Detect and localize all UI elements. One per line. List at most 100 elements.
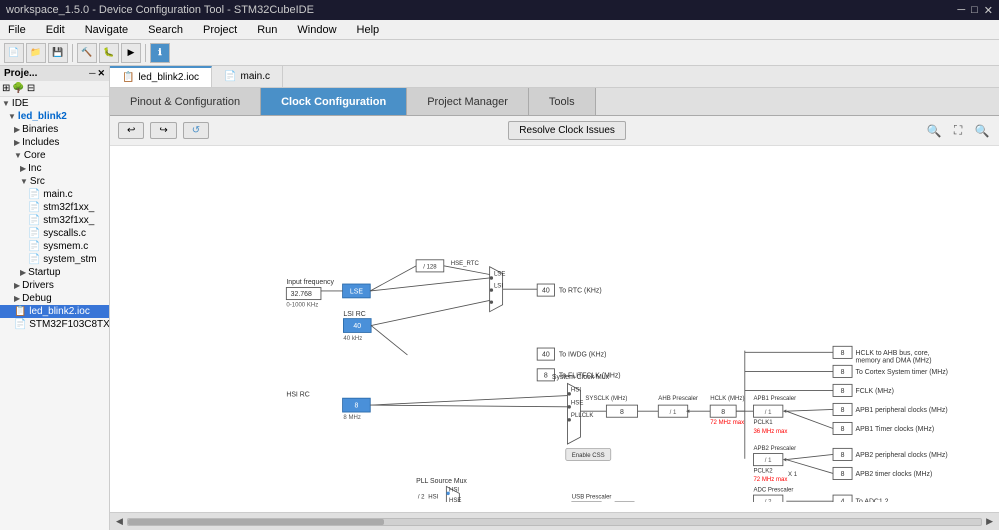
zoom-icon[interactable]: 🔍 — [973, 122, 991, 140]
menu-file[interactable]: File — [4, 23, 30, 37]
svg-text:8: 8 — [620, 409, 624, 416]
svg-text:4: 4 — [841, 499, 845, 502]
tree-item-ioc[interactable]: 📋 led_blink2.ioc — [0, 305, 109, 318]
svg-text:HSI RC: HSI RC — [286, 391, 309, 398]
svg-text:8: 8 — [841, 388, 845, 395]
tree-item-core[interactable]: ▼ Core — [0, 149, 109, 162]
svg-text:X 1: X 1 — [788, 472, 798, 478]
svg-text:0-1000 KHz: 0-1000 KHz — [286, 303, 318, 309]
file-tab-ioc[interactable]: 📋 led_blink2.ioc — [110, 66, 212, 87]
redo-button[interactable]: ↪ — [150, 122, 176, 139]
tb-debug[interactable]: 🐛 — [99, 43, 119, 63]
clock-diagram: Input frequency 32.768 0-1000 KHz LSE LS… — [110, 146, 999, 512]
svg-text:40: 40 — [542, 352, 550, 359]
svg-text:HSE: HSE — [571, 400, 583, 406]
svg-text:HSI: HSI — [571, 387, 581, 393]
menu-run[interactable]: Run — [253, 23, 281, 37]
tab-clock[interactable]: Clock Configuration — [261, 88, 407, 115]
content-toolbar: ↩ ↪ ↺ Resolve Clock Issues 🔍 ⛶ 🔍 — [110, 116, 999, 146]
svg-text:HCLK (MHz): HCLK (MHz) — [710, 396, 744, 402]
maximize-btn[interactable]: □ — [971, 4, 978, 17]
svg-text:APB2 peripheral clocks (MHz): APB2 peripheral clocks (MHz) — [856, 452, 948, 459]
statusbar: ◀ ▶ — [110, 512, 999, 530]
svg-text:HSE: HSE — [449, 498, 461, 502]
svg-text:To ADC1,2: To ADC1,2 — [856, 499, 889, 502]
menu-project[interactable]: Project — [199, 23, 241, 37]
tree-item-startup[interactable]: ▶ Startup — [0, 266, 109, 279]
refresh-button[interactable]: ↺ — [183, 122, 209, 139]
tab-project-manager[interactable]: Project Manager — [407, 88, 529, 115]
tree-item-inc[interactable]: ▶ Inc — [0, 162, 109, 175]
tree-item-stm2[interactable]: 📄 stm32f1xx_ — [0, 214, 109, 227]
svg-text:8: 8 — [544, 372, 548, 379]
content-area: 📋 led_blink2.ioc 📄 main.c Pinout & Confi… — [110, 66, 999, 530]
sidebar-filter-icon[interactable]: ⊞ — [2, 83, 10, 94]
svg-text:8: 8 — [841, 350, 845, 357]
svg-text:FCLK (MHz): FCLK (MHz) — [856, 388, 894, 395]
tree-item-stm32f103[interactable]: 📄 STM32F103C8TX_ — [0, 318, 109, 331]
tree-item-system[interactable]: 📄 system_stm — [0, 253, 109, 266]
menu-navigate[interactable]: Navigate — [81, 23, 132, 37]
tree-item-ide[interactable]: ▼ IDE — [0, 97, 109, 110]
tree-item-binaries[interactable]: ▶ Binaries — [0, 123, 109, 136]
minimize-btn[interactable]: ─ — [957, 4, 965, 17]
tree-item-includes[interactable]: ▶ Includes — [0, 136, 109, 149]
svg-text:HSE_RTC: HSE_RTC — [451, 261, 480, 267]
menu-edit[interactable]: Edit — [42, 23, 69, 37]
sidebar-close-icon[interactable]: ✕ — [97, 68, 105, 79]
tab-tools[interactable]: Tools — [529, 88, 596, 115]
tree-item-stm1[interactable]: 📄 stm32f1xx_ — [0, 201, 109, 214]
tree-item-src[interactable]: ▼ Src — [0, 175, 109, 188]
svg-text:LSE: LSE — [494, 271, 505, 277]
svg-text:To IWDG (KHz): To IWDG (KHz) — [559, 352, 607, 359]
menubar: File Edit Navigate Search Project Run Wi… — [0, 20, 999, 40]
tree-item-debug[interactable]: ▶ Debug — [0, 292, 109, 305]
svg-text:8: 8 — [841, 426, 845, 433]
svg-text:40: 40 — [542, 288, 550, 295]
tree-item-drivers[interactable]: ▶ Drivers — [0, 279, 109, 292]
sidebar-title: Proje... — [4, 68, 37, 79]
svg-text:8: 8 — [841, 407, 845, 414]
input-freq-label1: Input frequency — [286, 279, 334, 286]
svg-text:/ 128: / 128 — [423, 264, 437, 270]
scroll-left[interactable]: ◀ — [116, 516, 123, 527]
tree-item-syscalls[interactable]: 📄 syscalls.c — [0, 227, 109, 240]
resolve-clock-issues-button[interactable]: Resolve Clock Issues — [508, 121, 626, 140]
svg-text:/ 1: / 1 — [765, 458, 772, 464]
sidebar: Proje... ─ ✕ ⊞ 🌳 ⊟ ▼ IDE ▼ led_blink2 ▶ … — [0, 66, 110, 530]
file-tabs: 📋 led_blink2.ioc 📄 main.c — [110, 66, 999, 88]
tb-info[interactable]: ℹ — [150, 43, 170, 63]
svg-text:USB Prescaler: USB Prescaler — [572, 495, 612, 501]
svg-text:APB2 Prescaler: APB2 Prescaler — [753, 446, 796, 452]
clock-diagram-svg: Input frequency 32.768 0-1000 KHz LSE LS… — [120, 156, 989, 502]
tree-item-mainc[interactable]: 📄 main.c — [0, 188, 109, 201]
menu-search[interactable]: Search — [144, 23, 187, 37]
tree-item-led-blink2[interactable]: ▼ led_blink2 — [0, 110, 109, 123]
sidebar-minimize-icon[interactable]: ─ — [89, 68, 95, 79]
sidebar-tree-icon[interactable]: 🌳 — [12, 83, 24, 94]
svg-text:8: 8 — [721, 409, 725, 416]
svg-text:HSI: HSI — [449, 488, 459, 494]
tree-item-sysmem[interactable]: 📄 sysmem.c — [0, 240, 109, 253]
undo-button[interactable]: ↩ — [118, 122, 144, 139]
svg-text:8: 8 — [841, 369, 845, 376]
svg-text:8: 8 — [841, 471, 845, 478]
svg-text:/ 1: / 1 — [765, 410, 772, 416]
svg-text:/ 2: / 2 — [765, 500, 772, 502]
close-btn[interactable]: ✕ — [984, 4, 993, 17]
file-tab-mainc[interactable]: 📄 main.c — [212, 66, 283, 87]
tb-build[interactable]: 🔨 — [77, 43, 97, 63]
tb-new[interactable]: 📄 — [4, 43, 24, 63]
sidebar-collapse-icon[interactable]: ⊟ — [27, 83, 35, 94]
tb-run[interactable]: ▶ — [121, 43, 141, 63]
svg-text:PLL Source Mux: PLL Source Mux — [416, 478, 467, 485]
menu-window[interactable]: Window — [293, 23, 340, 37]
scroll-right[interactable]: ▶ — [986, 516, 993, 527]
tab-pinout[interactable]: Pinout & Configuration — [110, 88, 261, 115]
svg-text:36 MHz max: 36 MHz max — [753, 429, 787, 435]
tb-save[interactable]: 💾 — [48, 43, 68, 63]
menu-help[interactable]: Help — [353, 23, 384, 37]
search-icon[interactable]: 🔍 — [925, 122, 943, 140]
expand-icon[interactable]: ⛶ — [949, 122, 967, 140]
tb-open[interactable]: 📁 — [26, 43, 46, 63]
